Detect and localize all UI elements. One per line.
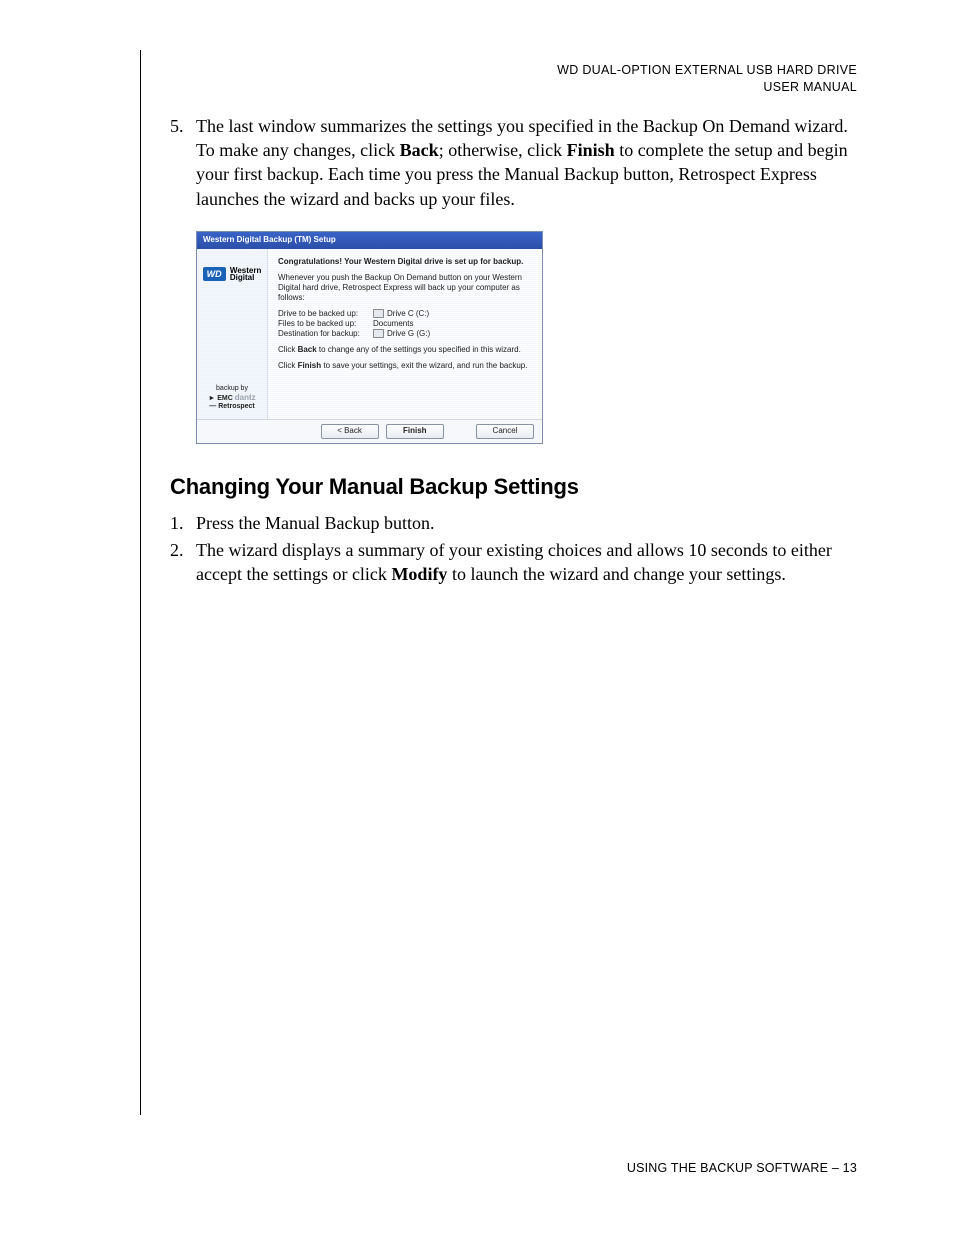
wizard-dialog: Western Digital Backup (TM) Setup WD Wes… xyxy=(196,231,543,444)
wd-logo: WD WesternDigital xyxy=(203,267,262,281)
step-c1: 1. Press the Manual Backup button. xyxy=(170,511,857,535)
step-body: The last window summarizes the settings … xyxy=(196,114,857,211)
wizard-button-row: < Back Finish Cancel xyxy=(197,419,542,443)
wizard-congrats: Congratulations! Your Western Digital dr… xyxy=(278,257,532,267)
wizard-sidebar: WD WesternDigital backup by ► EMC dantz … xyxy=(197,249,268,419)
finish-button[interactable]: Finish xyxy=(386,424,444,439)
step-number: 5. xyxy=(170,114,196,211)
wizard-titlebar: Western Digital Backup (TM) Setup xyxy=(197,232,542,249)
step-c2: 2. The wizard displays a summary of your… xyxy=(170,538,857,587)
drive-icon xyxy=(373,309,384,318)
header-line2: USER MANUAL xyxy=(140,79,857,96)
cancel-button[interactable]: Cancel xyxy=(476,424,534,439)
wizard-content: Congratulations! Your Western Digital dr… xyxy=(268,249,542,419)
page-footer: USING THE BACKUP SOFTWARE – 13 xyxy=(627,1161,857,1175)
drive-icon xyxy=(373,329,384,338)
back-button[interactable]: < Back xyxy=(321,424,379,439)
section-heading: Changing Your Manual Backup Settings xyxy=(170,472,857,502)
page-header: WD DUAL-OPTION EXTERNAL USB HARD DRIVE U… xyxy=(140,62,857,96)
step-5: 5. The last window summarizes the settin… xyxy=(170,114,857,211)
wizard-sidebar-branding: backup by ► EMC dantz — Retrospect xyxy=(197,385,267,411)
header-line1: WD DUAL-OPTION EXTERNAL USB HARD DRIVE xyxy=(140,62,857,79)
vertical-rule xyxy=(140,50,141,1115)
